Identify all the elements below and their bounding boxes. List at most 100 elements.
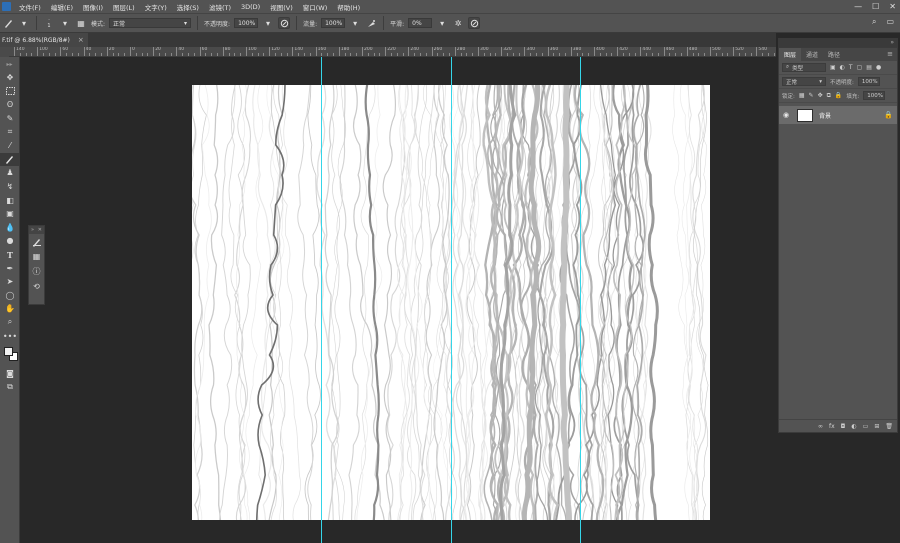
gradient-tool-icon[interactable]: ▣ [0, 207, 20, 221]
tab-paths[interactable]: 路径 [823, 48, 845, 61]
move-tool-icon[interactable]: ✥ [0, 71, 20, 85]
eye-icon[interactable]: ◉ [783, 111, 791, 119]
guide-line[interactable] [321, 57, 322, 543]
brush-settings-icon[interactable]: ▦ [29, 249, 44, 264]
lock-icon[interactable]: 🔒 [884, 111, 893, 119]
flow-input[interactable]: 100% [321, 18, 346, 28]
document-tab[interactable]: F.tif @ 6.88%(RGB/8#) × [0, 33, 88, 47]
layer-name[interactable]: 背景 [819, 111, 878, 120]
airbrush-icon[interactable] [365, 17, 377, 29]
collapse-icon[interactable]: » [31, 227, 34, 233]
screen-mode-icon[interactable]: ⧉ [0, 380, 20, 394]
guide-line[interactable] [451, 57, 452, 543]
pressure-opacity-icon[interactable] [278, 17, 291, 29]
lock-transparency-icon[interactable]: ▦ [799, 92, 805, 99]
type-tool-icon[interactable]: T [0, 248, 20, 262]
hand-tool-icon[interactable]: ✋ [0, 302, 20, 316]
pen-tool-icon[interactable]: ✒ [0, 261, 20, 275]
new-layer-icon[interactable]: ⊞ [874, 423, 879, 430]
menu-3d[interactable]: 3D(D) [236, 3, 265, 11]
fx-icon[interactable]: fx [829, 423, 835, 430]
eyedropper-tool-icon[interactable]: ⁄ [0, 139, 20, 153]
info-icon[interactable]: ⓘ [29, 264, 44, 279]
filter-toggle-icon[interactable]: ● [876, 64, 881, 71]
collapse-icon[interactable]: » [890, 39, 894, 46]
mini-panel-header[interactable]: » ✕ [29, 226, 44, 234]
menu-select[interactable]: 选择(S) [172, 2, 204, 12]
quick-select-tool-icon[interactable]: ✎ [0, 112, 20, 126]
brush-settings-toggle-icon[interactable]: ▦ [75, 17, 87, 29]
chevron-down-icon[interactable]: ▾ [349, 17, 361, 29]
horizontal-ruler[interactable]: 140 100 60 40 20 0 20 40 60 80 100 120 140 160 180 200 2… [9, 47, 776, 57]
lock-pixels-icon[interactable]: ✎ [809, 92, 814, 99]
search-icon[interactable]: ⌕ [872, 17, 876, 27]
adjustment-filter-icon[interactable]: ◐ [840, 64, 845, 71]
menu-filter[interactable]: 滤镜(T) [204, 2, 236, 12]
guide-line[interactable] [580, 57, 581, 543]
chevron-down-icon[interactable]: ▾ [18, 17, 30, 29]
image-filter-icon[interactable]: ▣ [830, 64, 836, 71]
type-filter-icon[interactable]: T [849, 64, 853, 71]
blend-mode-select[interactable]: 正常 ▾ [782, 77, 826, 86]
menu-file[interactable]: 文件(F) [14, 2, 46, 12]
lock-all-icon[interactable]: 🔒 [835, 92, 842, 99]
chevron-down-icon[interactable]: ▾ [59, 17, 71, 29]
opacity-input[interactable]: 100% [234, 18, 259, 28]
lock-artboard-icon[interactable]: ⧉ [827, 92, 831, 100]
fill-input[interactable]: 100% [863, 91, 886, 100]
eraser-tool-icon[interactable]: ◧ [0, 193, 20, 207]
blur-tool-icon[interactable]: 💧 [0, 221, 20, 235]
group-icon[interactable]: ▭ [863, 423, 869, 430]
menu-edit[interactable]: 编辑(E) [46, 2, 78, 12]
menu-view[interactable]: 视图(V) [265, 2, 298, 12]
layer-opacity-input[interactable]: 100% [857, 77, 880, 86]
gear-icon[interactable]: ✲ [452, 17, 464, 29]
clone-stamp-tool-icon[interactable]: ♟ [0, 166, 20, 180]
tab-layers[interactable]: 图层 [779, 48, 802, 61]
layer-filter-select[interactable]: ⌕ 类型 [782, 63, 826, 72]
panel-menu-icon[interactable]: ≡ [887, 50, 893, 58]
brush-preset-icon[interactable] [29, 234, 44, 249]
close-window-button[interactable]: ✕ [889, 2, 896, 11]
brush-size-picker[interactable]: · 1 [43, 17, 55, 29]
brush-tool-icon[interactable] [0, 152, 20, 167]
quick-mask-icon[interactable]: ◙ [0, 367, 20, 381]
menu-layer[interactable]: 图层(L) [108, 2, 140, 12]
menu-image[interactable]: 图像(I) [78, 2, 108, 12]
close-icon[interactable]: × [78, 36, 84, 44]
lock-position-icon[interactable]: ✥ [818, 92, 823, 99]
lasso-tool-icon[interactable]: ʘ [0, 98, 20, 112]
dodge-tool-icon[interactable]: ● [0, 234, 20, 248]
zoom-tool-icon[interactable]: ⌕ [0, 316, 20, 330]
smart-object-filter-icon[interactable]: ▤ [866, 64, 872, 71]
menu-type[interactable]: 文字(Y) [140, 2, 172, 12]
shape-filter-icon[interactable]: ▢ [857, 64, 863, 71]
close-icon[interactable]: ✕ [38, 227, 42, 233]
crop-tool-icon[interactable]: ⌗ [0, 125, 20, 139]
path-select-tool-icon[interactable]: ➤ [0, 275, 20, 289]
smoothing-input[interactable]: 0% [408, 18, 433, 28]
link-icon[interactable]: ∞ [818, 423, 823, 430]
paths-icon[interactable]: ⟲ [29, 279, 44, 294]
pressure-size-icon[interactable] [468, 17, 481, 29]
toolbar-grip[interactable]: ▸▸ [0, 57, 19, 71]
mask-icon[interactable]: ◘ [841, 423, 846, 430]
shape-tool-icon[interactable]: ◯ [0, 289, 20, 303]
workspace-icon[interactable]: ▭ [886, 17, 894, 27]
menu-window[interactable]: 窗口(W) [298, 2, 333, 12]
layer-row[interactable]: ◉ 背景 🔒 [779, 106, 897, 124]
mode-select[interactable]: 正常 ▾ [109, 18, 192, 28]
chevron-down-icon[interactable]: ▾ [436, 17, 448, 29]
minimize-button[interactable]: — [854, 2, 862, 11]
menu-help[interactable]: 帮助(H) [332, 2, 365, 12]
maximize-button[interactable]: ☐ [872, 2, 879, 11]
foreground-color-swatch[interactable] [4, 346, 13, 356]
trash-icon[interactable]: 🗑 [885, 423, 893, 430]
more-tools-icon[interactable]: ••• [0, 329, 20, 343]
tab-channels[interactable]: 通道 [801, 48, 823, 61]
adjustment-icon[interactable]: ◐ [851, 423, 856, 430]
history-brush-tool-icon[interactable]: ↯ [0, 180, 20, 194]
marquee-tool-icon[interactable] [0, 85, 20, 99]
brush-tool-preset-icon[interactable] [2, 17, 14, 29]
chevron-down-icon[interactable]: ▾ [262, 17, 274, 29]
